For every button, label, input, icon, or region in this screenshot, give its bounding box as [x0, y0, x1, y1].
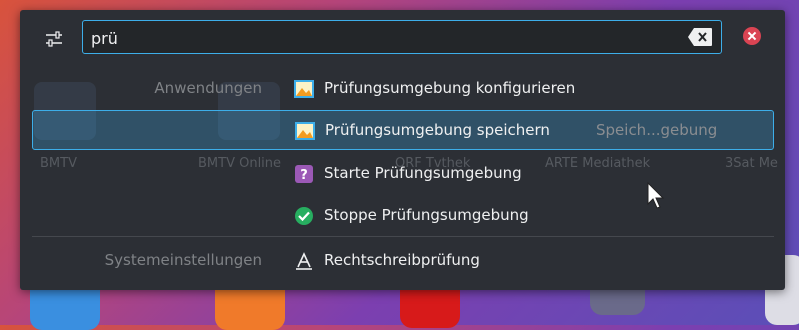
- backspace-clear-icon[interactable]: [687, 27, 713, 47]
- search-input[interactable]: [89, 21, 683, 55]
- result-sublabel: Speich...gebung: [596, 121, 718, 139]
- application-picture-icon: [294, 80, 314, 98]
- result-label: Stoppe Prüfungsumgebung: [324, 206, 529, 224]
- krunner-window: BMTV BMTV Online ORF Tvthek ARTE Mediath…: [20, 10, 785, 290]
- svg-text:?: ?: [300, 168, 308, 183]
- result-row-selected[interactable]: Prüfungsumgebung speichern Speich...gebu…: [32, 110, 774, 150]
- result-row[interactable]: Rechtschreibprüfung: [32, 241, 774, 281]
- result-label: Prüfungsumgebung konfigurieren: [324, 79, 576, 97]
- settings-sliders-icon[interactable]: [44, 30, 64, 48]
- question-mark-icon: ?: [294, 165, 314, 183]
- result-label: Rechtschreibprüfung: [324, 251, 480, 269]
- application-picture-icon: [295, 122, 315, 140]
- result-label: Starte Prüfungsumgebung: [324, 164, 522, 182]
- spellcheck-icon: [294, 252, 314, 270]
- search-box: [82, 20, 722, 55]
- green-check-icon: [294, 207, 314, 225]
- result-row[interactable]: Prüfungsumgebung konfigurieren: [32, 69, 774, 109]
- close-circle-icon[interactable]: [743, 27, 761, 45]
- result-label: Prüfungsumgebung speichern: [325, 121, 550, 139]
- category-separator: [32, 236, 774, 237]
- mouse-cursor-icon: [647, 181, 665, 214]
